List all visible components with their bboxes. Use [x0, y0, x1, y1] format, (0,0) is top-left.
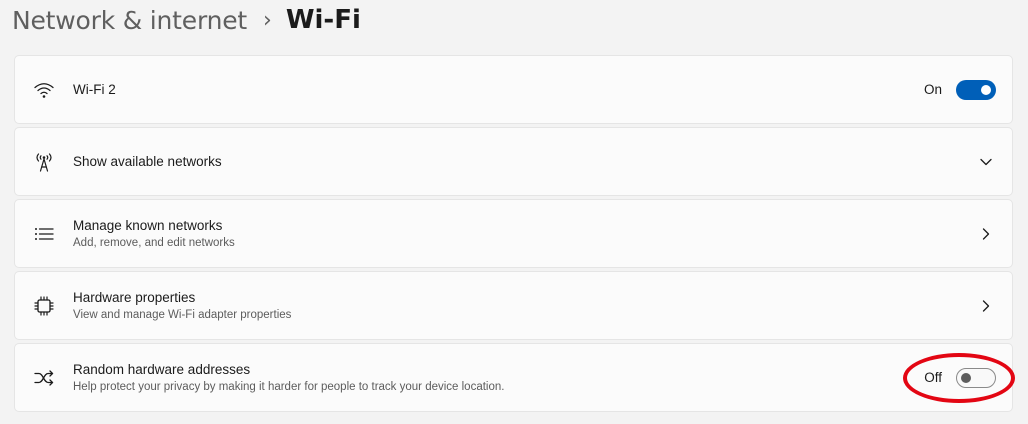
chip-icon	[33, 295, 55, 317]
random-address-toggle-switch[interactable]	[956, 367, 996, 388]
manage-known-networks-row[interactable]: Manage known networks Add, remove, and e…	[14, 199, 1013, 268]
list-icon	[33, 223, 55, 245]
show-available-networks-row[interactable]: Show available networks	[14, 127, 1013, 196]
navigate-area	[978, 298, 996, 314]
wifi-adapter-row[interactable]: Wi-Fi 2 On	[14, 55, 1013, 124]
antenna-icon	[33, 151, 55, 173]
random-hardware-addresses-subtitle: Help protect your privacy by making it h…	[73, 380, 505, 393]
manage-known-networks-subtitle: Add, remove, and edit networks	[73, 236, 235, 249]
wifi-toggle-state-label: On	[923, 82, 942, 97]
random-address-toggle-area: Off	[924, 367, 996, 388]
shuffle-icon	[33, 367, 55, 389]
wifi-adapter-text: Wi-Fi 2	[73, 81, 116, 99]
random-hardware-addresses-text: Random hardware addresses Help protect y…	[73, 361, 504, 395]
show-available-networks-text: Show available networks	[73, 153, 222, 171]
wifi-toggle-switch[interactable]	[956, 79, 996, 100]
random-hardware-addresses-title: Random hardware addresses	[73, 361, 251, 377]
wifi-toggle-area: On	[923, 79, 996, 100]
show-available-networks-title: Show available networks	[73, 153, 222, 169]
random-address-toggle-state-label: Off	[924, 370, 942, 385]
hardware-properties-title: Hardware properties	[73, 289, 196, 305]
hardware-properties-subtitle: View and manage Wi-Fi adapter properties	[73, 308, 292, 321]
toggle-knob	[981, 84, 991, 95]
manage-known-networks-title: Manage known networks	[73, 217, 223, 233]
chevron-right-icon[interactable]	[978, 226, 994, 242]
wifi-adapter-title: Wi-Fi 2	[73, 81, 116, 97]
chevron-down-icon[interactable]	[978, 154, 994, 170]
chevron-right-icon[interactable]	[978, 298, 994, 314]
toggle-knob	[961, 372, 971, 383]
random-hardware-addresses-row[interactable]: Random hardware addresses Help protect y…	[14, 343, 1013, 412]
breadcrumb-separator: ›	[263, 7, 272, 33]
expand-area	[978, 154, 996, 170]
page-title: Wi-Fi	[285, 5, 361, 35]
manage-known-networks-text: Manage known networks Add, remove, and e…	[73, 217, 235, 251]
breadcrumb: Network & internet › Wi-Fi	[12, 0, 361, 40]
hardware-properties-text: Hardware properties View and manage Wi-F…	[73, 289, 291, 323]
navigate-area	[978, 226, 996, 242]
hardware-properties-row[interactable]: Hardware properties View and manage Wi-F…	[14, 271, 1013, 340]
wifi-icon	[33, 79, 55, 101]
breadcrumb-network-internet[interactable]: Network & internet	[12, 6, 247, 35]
